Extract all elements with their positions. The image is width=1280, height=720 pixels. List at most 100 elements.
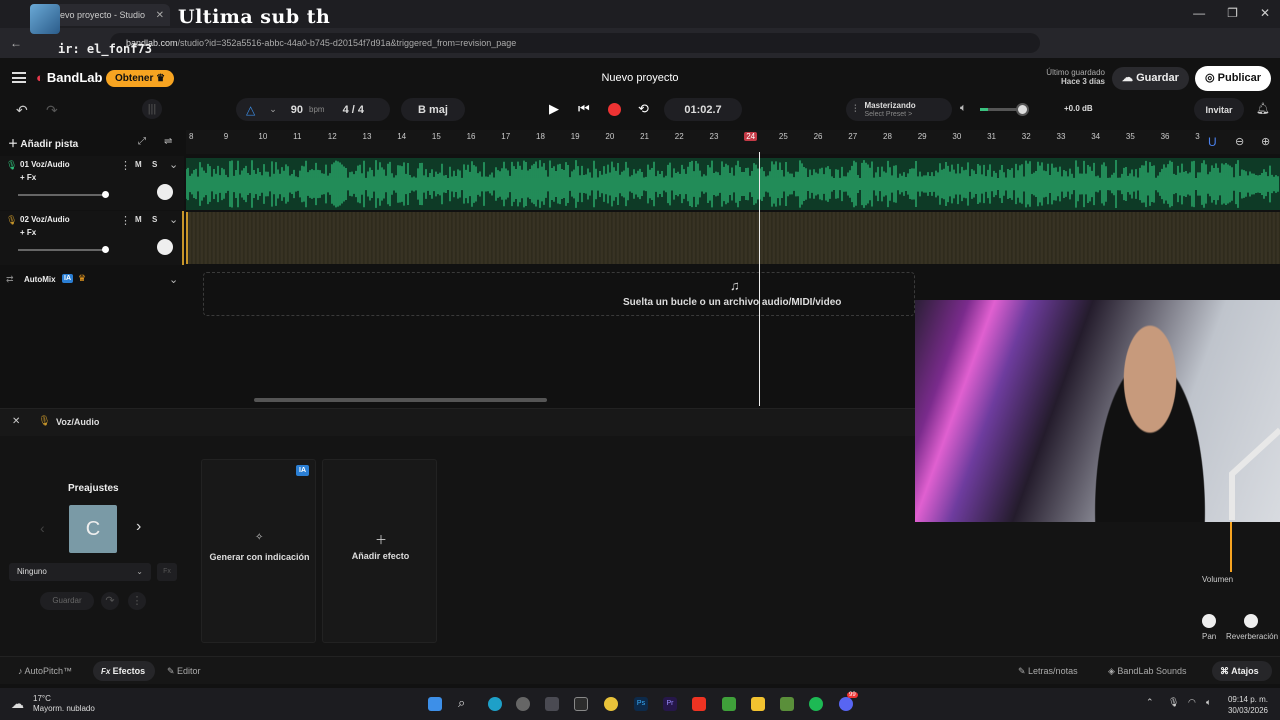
url-field[interactable]: bandlab.com/studio?id=352a5516-abbc-44a0… — [110, 33, 1040, 53]
discord-icon[interactable] — [839, 697, 853, 711]
edge-icon[interactable] — [488, 697, 502, 711]
preset-tile[interactable]: C — [69, 505, 117, 553]
preset-select[interactable]: Ninguno ⌄ — [9, 563, 151, 581]
track-volume-slider[interactable] — [18, 246, 109, 253]
photoshop-icon[interactable]: Ps — [634, 697, 648, 711]
key-button[interactable]: B maj — [401, 98, 465, 121]
chevron-down-icon[interactable]: ⌄ — [169, 273, 178, 286]
minimize-icon[interactable]: — — [1193, 6, 1205, 20]
magnet-icon[interactable]: U — [1208, 135, 1217, 149]
capcut-icon[interactable] — [574, 697, 588, 711]
mastering-button[interactable]: ⫶ Masterizando Select Preset > — [846, 98, 952, 121]
tuner-icon[interactable]: △ — [246, 103, 255, 117]
maximize-icon[interactable]: ❐ — [1227, 6, 1238, 20]
playhead[interactable] — [759, 152, 760, 406]
horizontal-scrollbar[interactable] — [254, 398, 547, 402]
bell-icon[interactable]: 🔔︎ — [1256, 102, 1270, 115]
redo-icon[interactable]: ↷ — [46, 102, 58, 119]
metronome-icon[interactable]: ||| — [142, 99, 162, 119]
track-more-icon[interactable]: ⋮ — [120, 159, 131, 172]
speaker-icon[interactable]: 🔈︎ — [960, 102, 967, 115]
premiere-icon[interactable]: Pr — [663, 697, 677, 711]
mute-button[interactable]: M — [135, 160, 142, 169]
minecraft-icon[interactable] — [722, 697, 736, 711]
track-more-icon[interactable]: ⋮ — [120, 214, 131, 227]
search-icon[interactable]: ⌕ — [458, 695, 465, 711]
track-lane-1[interactable] — [186, 158, 1280, 210]
clock[interactable]: 09:14 p. m. 30/03/2026 — [1228, 694, 1268, 716]
record-icon[interactable] — [608, 103, 621, 116]
add-fx-button[interactable]: + Fx — [20, 173, 36, 182]
add-track-button[interactable]: ＋ Añadir pista — [8, 135, 78, 150]
windows-start-icon[interactable] — [428, 697, 442, 711]
mute-button[interactable]: M — [135, 215, 142, 224]
pan-knob[interactable] — [157, 184, 173, 200]
master-volume-slider[interactable] — [980, 103, 1029, 116]
chevron-down-icon[interactable]: ⌄ — [269, 104, 277, 115]
store-icon[interactable] — [545, 697, 559, 711]
track-lane-2[interactable] — [186, 212, 1280, 264]
autopitch-tab[interactable]: ♪ AutoPitch™ — [18, 666, 72, 676]
track-name[interactable]: 01 Voz/Audio — [20, 160, 70, 169]
automation-icon[interactable]: ⤢ — [138, 136, 146, 147]
save-button[interactable]: ☁ Guardar — [1112, 67, 1189, 90]
time-signature[interactable]: 4 / 4 — [343, 104, 364, 116]
track-header-2[interactable]: 🎙︎ 02 Voz/Audio ⋮ M S ⌄ + Fx — [0, 211, 184, 265]
skip-back-icon[interactable]: ⏮ — [578, 101, 590, 117]
reverb-knob[interactable] — [1244, 614, 1258, 628]
sounds-tab[interactable]: ◈ BandLab Sounds — [1108, 666, 1186, 677]
track-volume-slider[interactable] — [18, 191, 109, 198]
save-preset-button[interactable]: Guardar — [40, 592, 94, 610]
game-icon[interactable] — [780, 697, 794, 711]
next-preset-icon[interactable]: › — [136, 518, 141, 536]
add-effect-card[interactable]: ＋ Añadir efecto — [322, 459, 437, 643]
track-name[interactable]: 02 Voz/Audio — [20, 215, 70, 224]
spotify-icon[interactable] — [809, 697, 823, 711]
zoom-in-icon[interactable]: ⊕ — [1261, 135, 1270, 148]
folder-icon[interactable] — [751, 697, 765, 711]
timeline-ruler[interactable]: 8 9 10 11 12 13 14 15 16 17 18 19 20 21 22 23 24 25 26 27 28… — [186, 130, 1280, 154]
share-preset-icon[interactable]: ↷ — [101, 592, 119, 610]
track-header-1[interactable]: 🎙︎ 01 Voz/Audio ⋮ M S ⌄ + Fx — [0, 156, 184, 210]
bpm-value[interactable]: 90 — [291, 104, 303, 116]
add-fx-button[interactable]: + Fx — [20, 228, 36, 237]
play-icon[interactable]: ▶ — [549, 101, 559, 117]
generate-effect-card[interactable]: ✧ Generar con indicación — [201, 459, 316, 643]
lyrics-tab[interactable]: ✎ Letras/notas — [1018, 666, 1078, 677]
close-panel-icon[interactable]: ✕ — [12, 416, 20, 427]
undo-icon[interactable]: ↶ — [16, 102, 28, 119]
effects-tab[interactable]: Fx Efectos — [93, 661, 155, 681]
ruler-tick: 27 — [848, 132, 858, 141]
editor-tab[interactable]: ✎ Editor — [167, 666, 201, 677]
chevron-down-icon[interactable]: ⌄ — [169, 158, 178, 171]
publish-button[interactable]: ◎ Publicar — [1195, 66, 1272, 91]
volume-fader[interactable] — [1230, 522, 1232, 572]
wifi-icon[interactable]: ◠ — [1188, 697, 1196, 708]
preset-more-icon[interactable]: ⋮ — [128, 592, 146, 610]
shortcuts-tab[interactable]: ⌘ Atajos — [1212, 661, 1272, 681]
track-settings-icon[interactable]: ⇌ — [164, 136, 172, 147]
mic-tray-icon[interactable]: 🎙︎ — [1168, 697, 1179, 708]
loop-icon[interactable]: ⟲ — [638, 101, 649, 117]
close-tab-icon[interactable]: ✕ — [156, 10, 164, 21]
drop-zone[interactable] — [203, 272, 915, 316]
zoom-out-icon[interactable]: ⊖ — [1235, 135, 1244, 148]
fx-toggle-icon[interactable]: Fx — [157, 563, 177, 581]
pan-knob[interactable] — [1202, 614, 1216, 628]
automix-row[interactable]: ⇄ AutoMix IA ♛ ⌄ — [0, 270, 184, 292]
youtube-icon[interactable] — [692, 697, 706, 711]
solo-button[interactable]: S — [152, 160, 157, 169]
solo-button[interactable]: S — [152, 215, 157, 224]
volume-tray-icon[interactable]: 🔈︎ — [1206, 697, 1211, 708]
invite-button[interactable]: Invitar — [1194, 98, 1244, 121]
tray-chevron-icon[interactable]: ⌃ — [1146, 697, 1154, 708]
add-track-label: Añadir pista — [20, 139, 79, 150]
back-icon[interactable]: ← — [10, 36, 22, 50]
weather-widget[interactable]: 17°C Mayorm. nublado — [33, 694, 95, 714]
steam-icon[interactable] — [516, 697, 530, 711]
chevron-down-icon[interactable]: ⌄ — [169, 213, 178, 226]
close-window-icon[interactable]: ✕ — [1260, 6, 1270, 20]
prev-preset-icon[interactable]: ‹ — [40, 520, 45, 536]
chrome-icon[interactable] — [604, 697, 618, 711]
pan-knob[interactable] — [157, 239, 173, 255]
